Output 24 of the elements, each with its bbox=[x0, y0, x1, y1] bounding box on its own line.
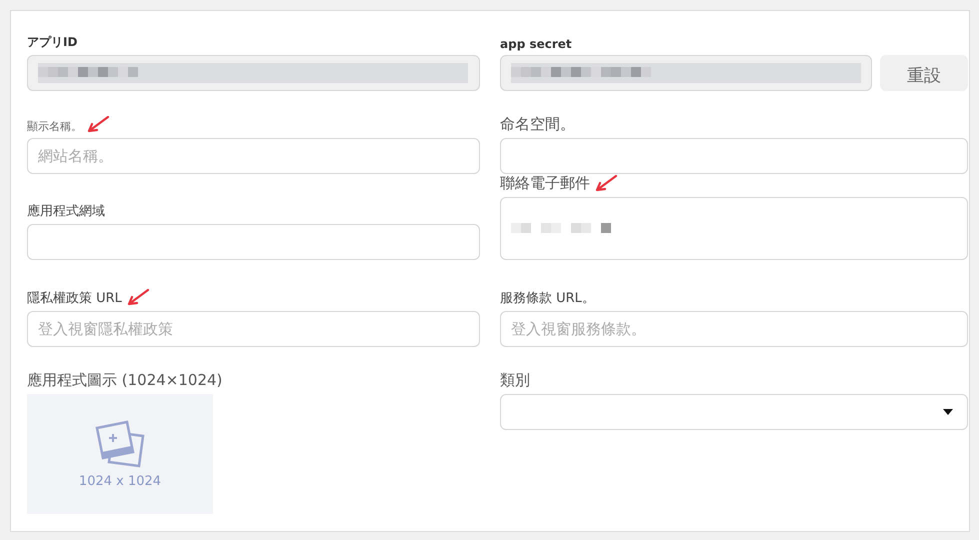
text-field[interactable] bbox=[27, 224, 480, 260]
read-only-field[interactable] bbox=[500, 55, 872, 91]
field-label: 顯示名稱。 bbox=[27, 119, 82, 134]
text-field[interactable]: 登入視窗服務條款。 bbox=[500, 311, 968, 347]
field-label: 類別 bbox=[500, 371, 530, 390]
field-label: 聯絡電子郵件 bbox=[500, 174, 590, 193]
field-label: 隱私權政策 URL bbox=[27, 290, 122, 307]
image-placeholder-icon bbox=[93, 420, 147, 468]
text-field[interactable]: 登入視窗隱私權政策 bbox=[27, 311, 480, 347]
email-field[interactable] bbox=[500, 197, 968, 260]
category-dropdown[interactable] bbox=[500, 394, 968, 430]
field-label: 命名空間。 bbox=[500, 115, 575, 134]
image-size-caption: 1024 x 1024 bbox=[78, 474, 162, 488]
field-label: app secret bbox=[500, 37, 572, 51]
read-only-field[interactable] bbox=[27, 55, 480, 91]
text-field[interactable]: 網站名稱。 bbox=[27, 138, 480, 174]
field-label: 應用程式圖示 (1024×1024) bbox=[27, 371, 222, 390]
caret-icon bbox=[943, 409, 953, 415]
field-label: 應用程式網域 bbox=[27, 203, 105, 220]
text-field[interactable] bbox=[500, 138, 968, 174]
field-label: 服務條款 URL。 bbox=[500, 290, 595, 307]
image-upload-area[interactable]: 1024 x 1024 bbox=[27, 394, 213, 514]
reset-button[interactable]: 重設 bbox=[880, 55, 968, 91]
field-label: アプリID bbox=[27, 34, 78, 51]
